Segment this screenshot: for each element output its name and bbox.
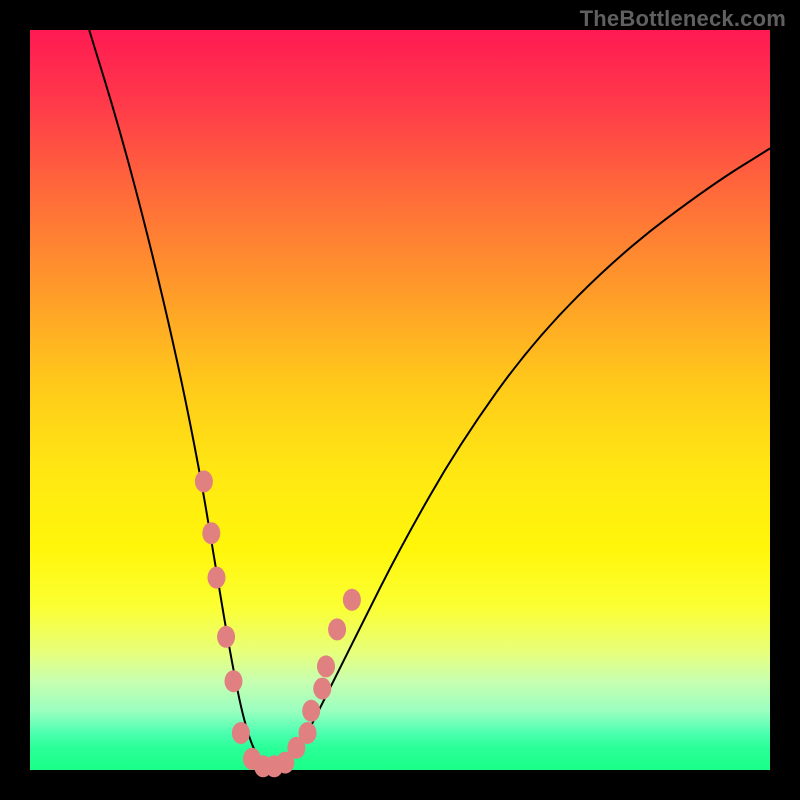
watermark-text: TheBottleneck.com <box>580 6 786 32</box>
sample-dot <box>299 722 317 744</box>
outer-frame: TheBottleneck.com <box>0 0 800 800</box>
sample-dot <box>217 626 235 648</box>
sample-dot <box>343 589 361 611</box>
sample-dots-group <box>195 470 361 777</box>
sample-dot <box>328 618 346 640</box>
sample-dot <box>313 678 331 700</box>
sample-dot <box>232 722 250 744</box>
sample-dot <box>302 700 320 722</box>
plot-area <box>30 30 770 770</box>
sample-dot <box>225 670 243 692</box>
chart-svg <box>30 30 770 770</box>
sample-dot <box>195 470 213 492</box>
sample-dot <box>202 522 220 544</box>
sample-dot <box>208 567 226 589</box>
sample-dot <box>317 655 335 677</box>
bottleneck-curve <box>89 30 770 768</box>
